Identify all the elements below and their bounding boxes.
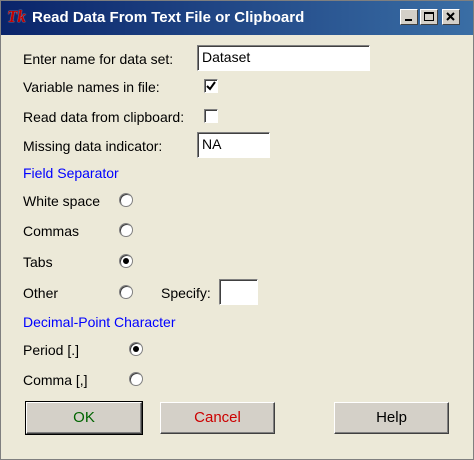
checkmark-icon	[206, 81, 216, 91]
separator-commas-radio[interactable]	[119, 223, 133, 237]
decimal-comma-label: Comma [,]	[23, 372, 88, 388]
decimal-period-label: Period [.]	[23, 342, 80, 358]
separator-other-label: Other	[23, 285, 59, 301]
specify-input[interactable]	[219, 279, 258, 305]
specify-label: Specify:	[161, 285, 211, 301]
title-bar[interactable]: Tk Read Data From Text File or Clipboard	[1, 1, 473, 35]
decimal-period-radio[interactable]	[129, 342, 143, 356]
missing-data-label: Missing data indicator:	[23, 138, 163, 154]
separator-other-radio[interactable]	[119, 285, 133, 299]
close-icon	[446, 12, 455, 21]
minimize-icon	[405, 19, 412, 21]
minimize-button[interactable]	[400, 9, 418, 25]
dataset-name-input[interactable]: Dataset	[197, 45, 370, 71]
maximize-button[interactable]	[420, 9, 438, 25]
window-title: Read Data From Text File or Clipboard	[32, 9, 305, 26]
tk-logo-icon: Tk	[7, 7, 26, 26]
missing-data-input[interactable]: NA	[197, 132, 270, 158]
radio-selected-dot	[123, 258, 129, 264]
cancel-button[interactable]: Cancel	[160, 402, 275, 434]
decimal-comma-radio[interactable]	[129, 372, 143, 386]
clipboard-checkbox[interactable]	[204, 109, 218, 123]
dialog-window: Tk Read Data From Text File or Clipboard…	[0, 0, 474, 460]
maximize-icon	[424, 12, 434, 21]
separator-commas-label: Commas	[23, 223, 80, 239]
separator-whitespace-radio[interactable]	[119, 193, 133, 207]
ok-button[interactable]: OK	[25, 401, 143, 435]
close-button[interactable]	[442, 9, 460, 25]
radio-selected-dot	[133, 346, 139, 352]
field-separator-heading: Field Separator	[23, 165, 119, 181]
decimal-point-heading: Decimal-Point Character	[23, 314, 176, 330]
separator-tabs-radio[interactable]	[119, 254, 133, 268]
variable-names-checkbox[interactable]	[204, 79, 218, 93]
help-button[interactable]: Help	[334, 402, 449, 434]
dataset-name-label: Enter name for data set:	[23, 51, 174, 67]
clipboard-label: Read data from clipboard:	[23, 109, 185, 125]
separator-whitespace-label: White space	[23, 193, 101, 209]
separator-tabs-label: Tabs	[23, 254, 53, 270]
variable-names-label: Variable names in file:	[23, 79, 160, 95]
